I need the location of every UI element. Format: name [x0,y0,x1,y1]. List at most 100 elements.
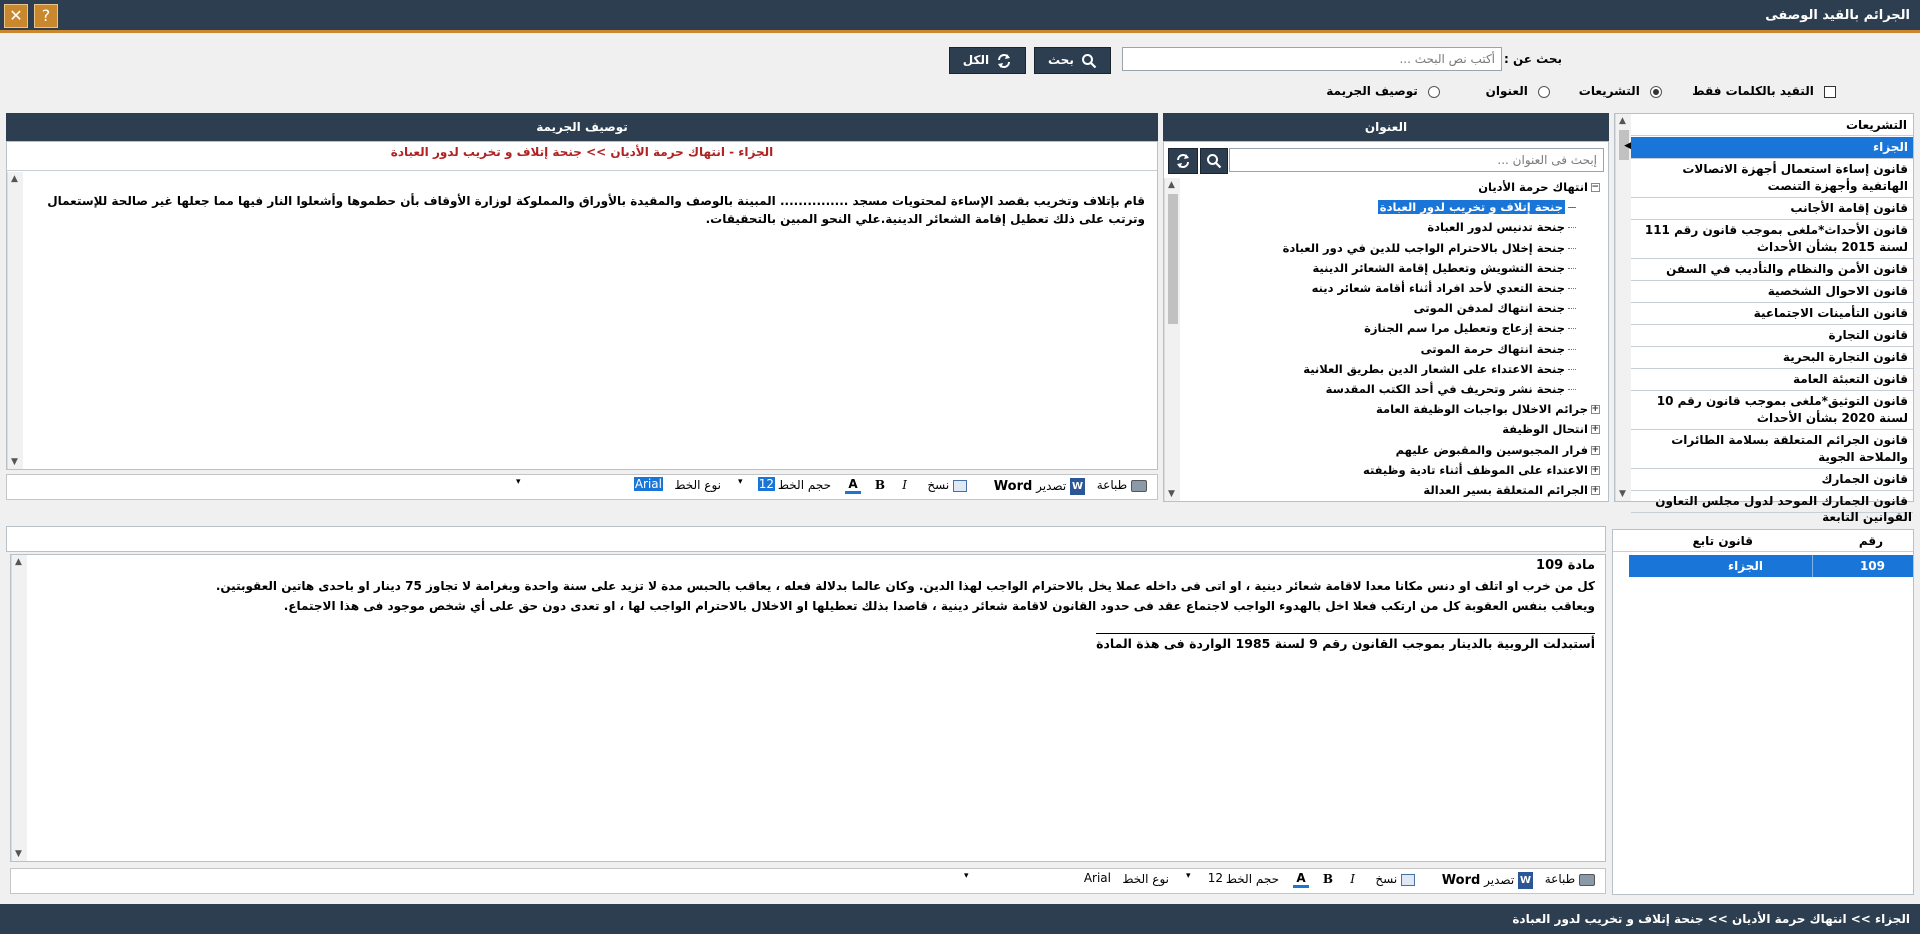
tree-group-node[interactable]: +الاعتداء على الموظف أثناء تادية وظيفته [1363,461,1600,479]
tree-connector [1568,247,1576,249]
scope-title-option[interactable]: العنوان [1486,84,1550,98]
status-bar-text: الجزاء >> انتهاك حرمة الأديان >> جنحة إت… [1512,912,1910,926]
article-font-size-select[interactable]: 12 ▾ [1183,871,1223,890]
copy-icon [953,479,967,492]
tree-node-label: الجرائم المتعلقة بسير العدالة [1423,483,1588,497]
tree-leaf-node[interactable]: جنحة انتهاك حرمة الموتى [1421,340,1576,358]
tree-group-node[interactable]: +جرائم الاخلال بواجبات الوظيفة العامة [1376,400,1600,418]
article-toolbar: طباعة W تصدير Word نسخ I B A حجم الخط 12… [10,868,1606,894]
expand-icon[interactable]: + [1591,405,1600,415]
tree-leaf-node[interactable]: جنحة انتهاك لمدفن الموتى [1414,299,1576,317]
exact-words-label: التقيد بالكلمات فقط [1692,84,1814,98]
tree-group-node[interactable]: +فرار المجبوسين والمقبوض عليهم [1396,441,1600,459]
article-line-1[interactable]: كل من خرب او اتلف او دنس مكانا معدا لاقا… [31,577,1595,595]
law-list-item[interactable]: قانون التجارة [1631,325,1913,347]
scope-title-radio[interactable] [1538,85,1550,98]
description-panel-header: توصيف الجريمة [6,113,1158,141]
laws-scrollbar[interactable]: ▲ ▼ [1615,114,1631,501]
law-list-item[interactable]: قانون التعبئة العامة [1631,369,1913,391]
title-tree-scrollbar[interactable]: ▲ ▼ [1164,178,1180,501]
scope-description-radio[interactable] [1428,85,1440,98]
expand-icon[interactable]: + [1591,486,1600,495]
tree-connector [1568,207,1576,209]
tree-node-label: جنحة انتهاك لمدفن الموتى [1413,301,1565,316]
search-input[interactable]: أكتب نص البحث ... [1122,47,1502,71]
tree-leaf-node[interactable]: جنحة إتلاف و تخريب لدور العبادة [1377,198,1576,216]
article-copy-button[interactable]: نسخ [1375,872,1415,886]
scope-laws-radio[interactable] [1650,85,1662,98]
article-bold-button[interactable]: B [1323,872,1333,886]
refresh-icon [998,53,1011,68]
tree-leaf-node[interactable]: جنحة إخلال بالاحترام الواجب للدين في دور… [1283,239,1576,257]
print-button[interactable]: طباعة [1097,478,1147,492]
law-list-item[interactable]: قانون التأمينات الاجتماعية [1631,303,1913,325]
exact-words-checkbox[interactable] [1824,85,1836,98]
article-print-button[interactable]: طباعة [1545,872,1595,886]
article-word-label: Word [1441,873,1481,888]
law-list-item[interactable]: قانون الأحداث*ملغى بموجب قانون رقم 111 ل… [1631,220,1913,259]
description-text[interactable]: قام بإتلاف وتخريب بقصد الإساءة لمحتويات … [41,192,1145,228]
description-panel: الجزاء - انتهاك حرمة الأديان >> جنحة إتل… [6,141,1158,470]
law-list-item[interactable]: الجزاء [1631,137,1913,159]
law-list-item[interactable]: قانون الجمارك [1631,469,1913,491]
font-size-select[interactable]: 12 ▾ [735,477,775,496]
article-italic-button[interactable]: I [1350,872,1355,886]
expand-icon[interactable]: + [1591,465,1600,475]
copy-button[interactable]: نسخ [927,478,967,492]
tree-leaf-node[interactable]: جنحة إزعاج وتعطيل مرا سم الجنازة [1364,319,1576,337]
tree-leaf-node[interactable]: جنحة تدنيس لدور العبادة [1427,218,1576,236]
article-export-word-button[interactable]: W تصدير Word [1442,872,1533,889]
law-list-item[interactable]: قانون إقامة الأجانب [1631,198,1913,220]
tree-leaf-node[interactable]: جنحة الاعتداء على الشعار الدين بطريق الع… [1303,360,1576,378]
law-list-item[interactable]: قانون التوثيق*ملغى بموجب قانون رقم 10 لس… [1631,391,1913,430]
article-font-type-select[interactable]: Arial ▾ [961,871,1111,890]
tree-leaf-node[interactable]: جنحة التعدي لأحد افراد أثناء أقامة شعائر… [1312,279,1576,297]
title-search-button[interactable] [1200,148,1228,174]
show-all-button[interactable]: الكل [949,47,1026,74]
tree-group-node[interactable]: +الجرائم المتعلقة بسير العدالة [1423,481,1600,499]
expand-icon[interactable]: + [1591,445,1600,455]
export-word-button[interactable]: W تصدير Word [994,478,1085,495]
description-scrollbar[interactable]: ▲ ▼ [7,172,23,469]
col-number-header: رقم [1858,534,1883,548]
tree-node-label: جنحة إخلال بالاحترام الواجب للدين في دور… [1282,240,1565,255]
law-list-item[interactable]: قانون الجرائم المتعلقة بسلامة الطائرات و… [1631,430,1913,469]
font-type-dropdown-icon: ▾ [516,477,521,487]
table-row[interactable]: 109 الجزاء [1629,555,1913,577]
title-refresh-button[interactable] [1168,148,1198,174]
tree-node-label: الاعتداء على الموظف أثناء تادية وظيفته [1362,462,1588,477]
close-icon[interactable]: ✕ [4,4,28,28]
law-list-item[interactable]: قانون إساءة استعمال أجهزة الاتصالات الها… [1631,159,1913,198]
scope-description-option[interactable]: توصيف الجريمة [1326,84,1440,98]
following-laws-header-row: رقم قانون تابع [1613,530,1913,552]
article-font-color-button[interactable]: A [1293,872,1309,888]
italic-button[interactable]: I [902,478,907,492]
printer-icon [1131,479,1147,492]
tree-group-node[interactable]: +انتحال الوظيفة [1502,420,1600,438]
law-list-item[interactable]: قانون الأمن والنظام والتأديب في السفن [1631,259,1913,281]
title-search-placeholder: إبحث فى العنوان ... [1497,153,1597,167]
font-color-button[interactable]: A [845,478,861,494]
expand-icon[interactable]: + [1591,425,1600,435]
article-scrollbar[interactable]: ▲ ▼ [11,555,27,861]
font-type-select[interactable]: Arial ▾ [513,477,663,496]
word-label: Word [993,479,1033,494]
tree-leaf-node[interactable]: جنحة التشويش وتعطيل إقامة الشعائر الديني… [1312,259,1576,277]
help-icon[interactable]: ? [34,4,58,28]
font-size-value: 12 [757,477,775,491]
search-button[interactable]: بحث [1034,47,1111,74]
tree-group-node[interactable]: −انتهاك حرمة الأديان [1478,178,1600,196]
article-line-2[interactable]: ويعاقب بنفس العقوبة كل من ارتكب فعلا اخل… [31,597,1595,615]
law-list-item[interactable]: قانون الاحوال الشخصية [1631,281,1913,303]
scope-laws-option[interactable]: التشريعات [1579,84,1662,98]
title-search-input[interactable]: إبحث فى العنوان ... [1229,148,1604,172]
bold-button[interactable]: B [875,478,885,492]
collapse-icon[interactable]: − [1591,183,1600,192]
tree-leaf-node[interactable]: جنحة نشر وتحريف في أحد الكتب المقدسة [1326,380,1576,398]
exact-words-option[interactable]: التقيد بالكلمات فقط [1692,84,1836,98]
law-list-item[interactable]: قانون التجارة البحرية [1631,347,1913,369]
laws-panel: التشريعات الجزاء قانون إساءة استعمال أجهز… [1614,113,1914,513]
scope-laws-label: التشريعات [1578,84,1640,98]
article-font-type-dropdown-icon: ▾ [964,871,969,881]
following-laws-label: القوانين التابعة [1822,510,1912,524]
